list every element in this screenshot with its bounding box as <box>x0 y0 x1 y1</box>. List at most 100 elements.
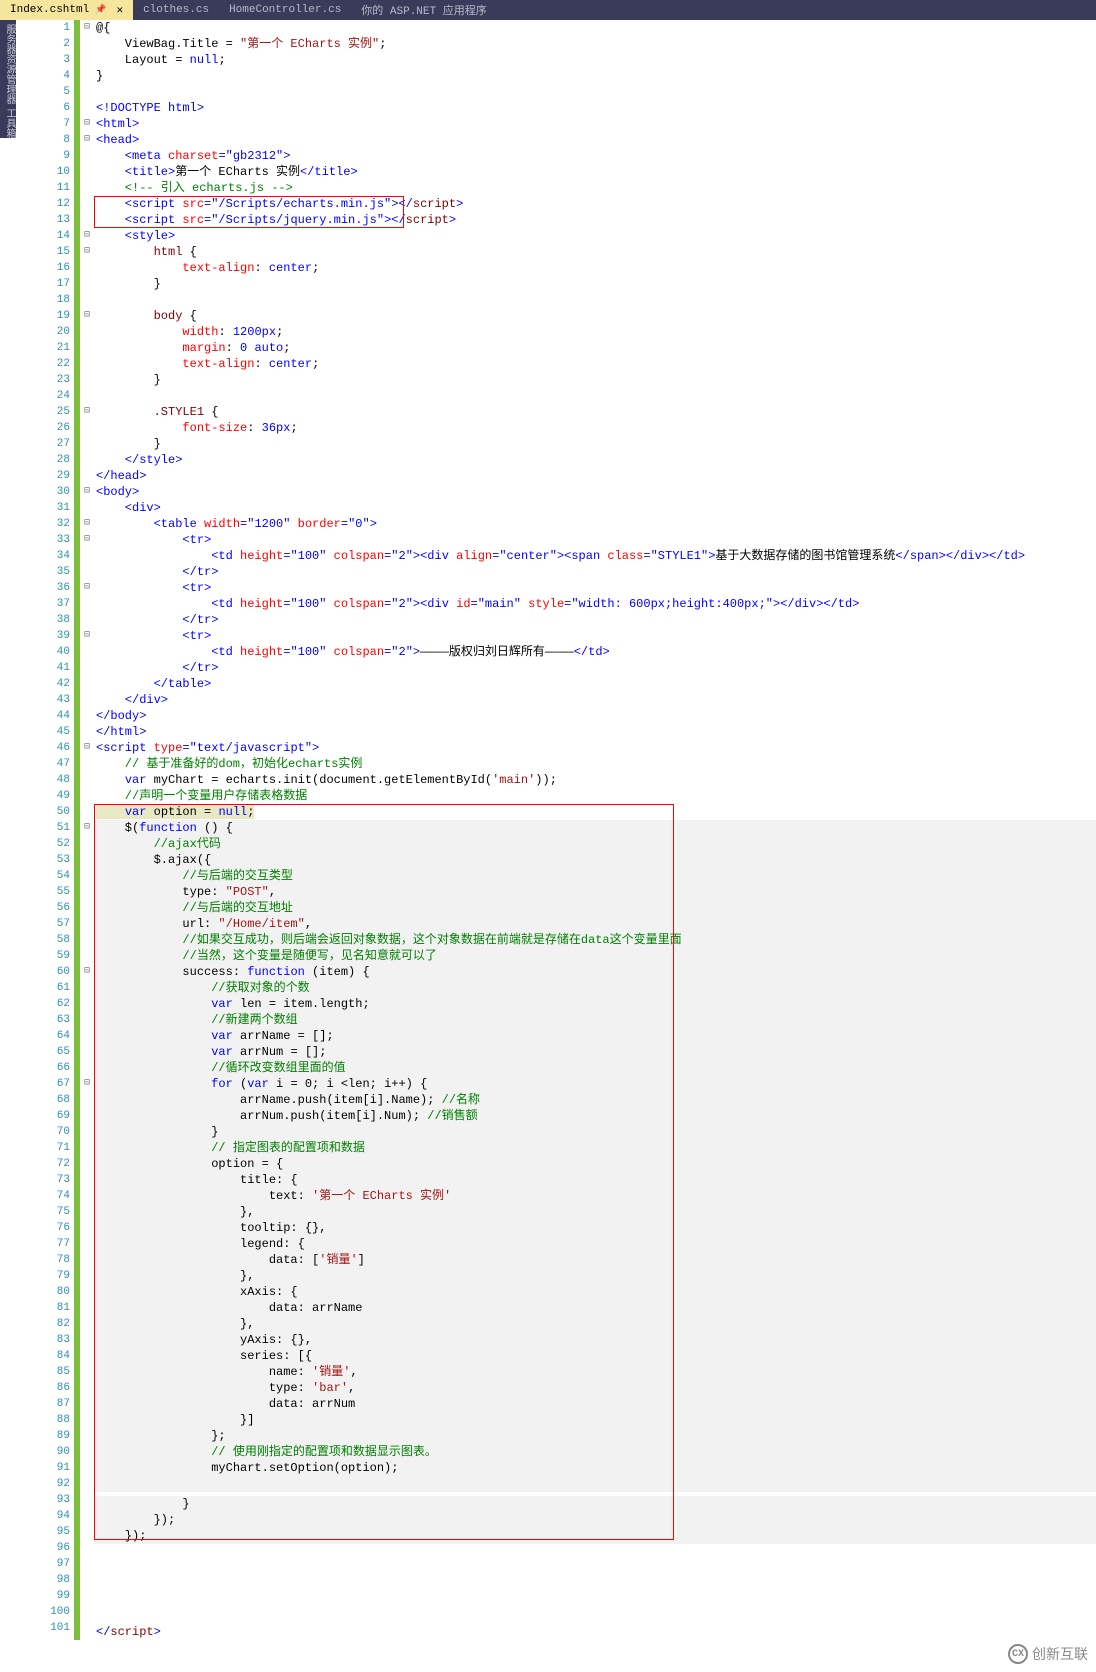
code-line <box>94 1592 1096 1608</box>
code-line: </tr> <box>94 612 1096 628</box>
code-line: // 使用刚指定的配置项和数据显示图表。 <box>94 1444 1096 1460</box>
code-line: for (var i = 0; i <len; i++) { <box>94 1076 1096 1092</box>
code-line: <td height="100" colspan="2"><div id="ma… <box>94 596 1096 612</box>
code-line: <html> <box>94 116 1096 132</box>
code-line: text-align: center; <box>94 356 1096 372</box>
code-line: text-align: center; <box>94 260 1096 276</box>
close-icon[interactable]: ✕ <box>116 3 123 17</box>
code-line: arrName.push(item[i].Name); //名称 <box>94 1092 1096 1108</box>
code-line: @{ <box>94 20 1096 36</box>
code-line <box>94 388 1096 404</box>
code-line: // 基于准备好的dom，初始化echarts实例 <box>94 756 1096 772</box>
code-line <box>94 1544 1096 1560</box>
tab-homecontroller-cs[interactable]: HomeController.cs <box>219 0 351 20</box>
code-line: <table width="1200" border="0"> <box>94 516 1096 532</box>
code-line: title: { <box>94 1172 1096 1188</box>
code-line: <title>第一个 ECharts 实例</title> <box>94 164 1096 180</box>
fold-column: ⊟⊟⊟⊟⊟⊟⊟⊟⊟⊟⊟⊟⊟⊟⊟⊟ <box>80 20 94 1640</box>
code-line: .STYLE1 { <box>94 404 1096 420</box>
code-line: //当然，这个变量是随便写，见名知意就可以了 <box>94 948 1096 964</box>
code-line: yAxis: {}, <box>94 1332 1096 1348</box>
code-line: Layout = null; <box>94 52 1096 68</box>
pin-icon: 📌 <box>95 5 106 15</box>
code-line <box>94 292 1096 308</box>
code-line: }, <box>94 1268 1096 1284</box>
code-line: </html> <box>94 724 1096 740</box>
code-line: } <box>94 1124 1096 1140</box>
code-line: }); <box>94 1512 1096 1528</box>
code-line: <td height="100" colspan="2">————版权归刘日辉所… <box>94 644 1096 660</box>
code-line: myChart.setOption(option); <box>94 1460 1096 1476</box>
code-line: //与后端的交互类型 <box>94 868 1096 884</box>
code-line: <meta charset="gb2312"> <box>94 148 1096 164</box>
code-line: name: '销量', <box>94 1364 1096 1380</box>
line-number-gutter: 1234567891011121314151617181920212223242… <box>16 20 74 1640</box>
code-line: </style> <box>94 452 1096 468</box>
code-line <box>94 1560 1096 1576</box>
tab-label: 你的 ASP.NET 应用程序 <box>361 2 486 18</box>
code-line: }); <box>94 1528 1096 1544</box>
code-line: //声明一个变量用户存储表格数据 <box>94 788 1096 804</box>
code-line: option = { <box>94 1156 1096 1172</box>
tab-label: Index.cshtml <box>10 4 89 16</box>
code-line: <td height="100" colspan="2"><div align=… <box>94 548 1096 564</box>
code-line: } <box>94 276 1096 292</box>
code-line: // 指定图表的配置项和数据 <box>94 1140 1096 1156</box>
code-line: data: ['销量'] <box>94 1252 1096 1268</box>
tab-clothes-cs[interactable]: clothes.cs <box>133 0 219 20</box>
code-line: <body> <box>94 484 1096 500</box>
code-line: type: "POST", <box>94 884 1096 900</box>
tab-bar: Index.cshtml 📌 ✕ clothes.cs HomeControll… <box>0 0 1096 20</box>
code-line: xAxis: { <box>94 1284 1096 1300</box>
code-line: var arrNum = []; <box>94 1044 1096 1060</box>
code-line: arrNum.push(item[i].Num); //销售额 <box>94 1108 1096 1124</box>
code-line: <script src="/Scripts/jquery.min.js"></s… <box>94 212 1096 228</box>
code-line: <tr> <box>94 580 1096 596</box>
tab-index-cshtml[interactable]: Index.cshtml 📌 ✕ <box>0 0 133 20</box>
code-line: url: "/Home/item", <box>94 916 1096 932</box>
code-line: data: arrName <box>94 1300 1096 1316</box>
code-line: var arrName = []; <box>94 1028 1096 1044</box>
side-panel-server-explorer[interactable]: 服务器资源管理器 <box>0 20 16 104</box>
code-line: </table> <box>94 676 1096 692</box>
code-line: }, <box>94 1204 1096 1220</box>
code-line: success: function (item) { <box>94 964 1096 980</box>
code-editor[interactable]: @{ ViewBag.Title = "第一个 ECharts 实例"; Lay… <box>94 20 1096 1640</box>
code-line: </body> <box>94 708 1096 724</box>
code-line: type: 'bar', <box>94 1380 1096 1396</box>
code-line: <tr> <box>94 532 1096 548</box>
tab-aspnet-app[interactable]: 你的 ASP.NET 应用程序 <box>351 0 496 20</box>
code-line: </div> <box>94 692 1096 708</box>
code-line: <!-- 引入 echarts.js --> <box>94 180 1096 196</box>
tab-label: clothes.cs <box>143 4 209 16</box>
code-line: series: [{ <box>94 1348 1096 1364</box>
code-line <box>94 1608 1096 1624</box>
side-panels: 服务器资源管理器 工具箱 <box>0 20 16 484</box>
code-line: <div> <box>94 500 1096 516</box>
code-line: //ajax代码 <box>94 836 1096 852</box>
code-line: var len = item.length; <box>94 996 1096 1012</box>
code-line: body { <box>94 308 1096 324</box>
code-line: }; <box>94 1428 1096 1444</box>
code-line: font-size: 36px; <box>94 420 1096 436</box>
code-line: </script> <box>94 1624 1096 1640</box>
code-line: margin: 0 auto; <box>94 340 1096 356</box>
code-line: width: 1200px; <box>94 324 1096 340</box>
code-line: tooltip: {}, <box>94 1220 1096 1236</box>
code-line: } <box>94 436 1096 452</box>
watermark: CX 创新互联 <box>1008 1644 1088 1664</box>
code-line: var option = null; <box>94 804 1096 820</box>
code-line: //新建两个数组 <box>94 1012 1096 1028</box>
code-line <box>94 1576 1096 1592</box>
code-line: </tr> <box>94 660 1096 676</box>
watermark-text: 创新互联 <box>1032 1644 1088 1664</box>
code-line: <head> <box>94 132 1096 148</box>
code-line: //如果交互成功，则后端会返回对象数据，这个对象数据在前端就是存储在data这个… <box>94 932 1096 948</box>
code-line: </tr> <box>94 564 1096 580</box>
code-line: <script src="/Scripts/echarts.min.js"></… <box>94 196 1096 212</box>
code-line: } <box>94 1496 1096 1512</box>
code-line: $.ajax({ <box>94 852 1096 868</box>
code-line: legend: { <box>94 1236 1096 1252</box>
side-panel-toolbox[interactable]: 工具箱 <box>0 104 16 138</box>
tab-label: HomeController.cs <box>229 4 341 16</box>
